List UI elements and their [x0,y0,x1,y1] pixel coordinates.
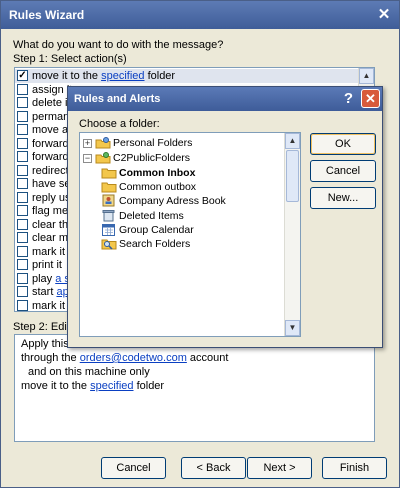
new-folder-button[interactable]: New... [310,187,376,209]
action-label: redirect [32,164,69,177]
rules-and-alerts-dialog: Rules and Alerts ? ✕ Choose a folder: + P… [67,86,383,348]
folder-tree-node[interactable]: Company Adress Book [80,194,280,208]
scroll-down-icon[interactable]: ▼ [285,320,300,336]
action-link[interactable]: specified [101,70,144,82]
next-button[interactable]: Next > [247,457,312,479]
action-label: reply us [32,191,71,204]
folder-tree-node[interactable]: + Personal Folders [80,136,280,150]
action-checkbox[interactable] [17,83,28,95]
action-checkbox[interactable]: ✓ [17,70,28,81]
expand-icon[interactable]: + [83,139,92,148]
step1-label: Step 1: Select action(s) [13,53,127,65]
folder-label: Common Inbox [119,167,196,179]
ok-button[interactable]: OK [310,133,376,155]
collapse-icon[interactable]: − [83,154,92,163]
description-line: move it to the specified folder [21,380,165,392]
action-label: move it to the specified folder [32,70,176,82]
step2-label: Step 2: Edit [13,321,70,333]
action-row[interactable]: ✓ move it to the specified folder [15,69,359,83]
action-label: forward [32,151,69,163]
folder-label: Company Adress Book [119,195,226,207]
search-folder-icon [101,237,117,251]
action-checkbox[interactable] [17,191,28,203]
rules-and-alerts-title-bar[interactable]: Rules and Alerts ? ✕ [68,87,382,111]
scroll-thumb[interactable] [286,150,299,202]
folder-tree-node[interactable]: Common Inbox [80,166,280,180]
account-link[interactable]: orders@codetwo.com [80,352,187,364]
deleted-items-icon [101,209,117,223]
address-book-icon [101,194,117,208]
choose-folder-label: Choose a folder: [79,118,160,130]
personal-folders-icon [95,136,111,150]
folder-tree[interactable]: + Personal Folders − C2PublicFolders Common … [79,132,301,337]
folder-icon [101,166,117,180]
description-line: and on this machine only [28,366,150,378]
question-label: What do you want to do with the message? [13,39,224,51]
action-label: delete it [32,97,71,109]
action-checkbox[interactable] [17,205,28,216]
dialog-title: Rules and Alerts [74,93,161,105]
action-checkbox[interactable] [17,286,28,297]
cancel-button[interactable]: Cancel [310,160,376,182]
folder-label: Group Calendar [119,224,194,236]
action-checkbox[interactable] [17,245,28,257]
finish-button[interactable]: Finish [322,457,387,479]
rules-wizard-title-bar[interactable]: Rules Wizard ✕ [1,1,399,29]
action-checkbox[interactable] [17,151,28,162]
action-checkbox[interactable] [17,299,28,311]
action-checkbox[interactable] [17,137,28,149]
calendar-icon [101,223,117,237]
folder-label: Personal Folders [113,137,193,149]
folder-label: C2PublicFolders [113,152,191,164]
folder-label: Search Folders [119,238,191,250]
action-checkbox[interactable] [17,164,28,176]
folder-tree-node[interactable]: − C2PublicFolders [80,151,280,165]
back-button[interactable]: < Back [181,457,246,479]
action-label: move a [32,124,69,136]
public-folders-icon [95,151,111,165]
folder-tree-node[interactable]: Group Calendar [80,223,280,237]
action-label: start ap [32,286,69,298]
close-icon[interactable]: ✕ [375,6,393,24]
action-checkbox[interactable] [17,124,28,135]
rule-description: Apply this through the orders@codetwo.co… [14,334,375,442]
action-checkbox[interactable] [17,178,28,189]
action-checkbox[interactable] [17,259,28,270]
folder-tree-scrollbar[interactable]: ▲ ▼ [284,133,300,336]
description-line: Apply this [21,338,69,350]
folder-tree-node[interactable]: Common outbox [80,180,280,194]
action-label: forward [32,137,69,150]
folder-icon [101,180,117,194]
action-checkbox[interactable] [17,232,28,243]
action-label: have se [32,178,71,190]
folder-tree-node[interactable]: Search Folders [80,237,280,251]
scroll-up-icon[interactable]: ▲ [285,133,300,149]
folder-label: Deleted Items [119,210,184,222]
rules-wizard-title: Rules Wizard [9,8,85,22]
cancel-button[interactable]: Cancel [101,457,166,479]
description-line: through the orders@codetwo.com account [21,352,229,364]
specified-folder-link[interactable]: specified [90,380,133,392]
scroll-up-icon[interactable]: ▲ [359,68,374,84]
close-icon[interactable]: ✕ [361,89,380,108]
folder-tree-node[interactable]: Deleted Items [80,209,280,223]
action-checkbox[interactable] [17,97,28,108]
action-checkbox[interactable] [17,218,28,230]
action-label: print it [32,259,62,271]
action-checkbox[interactable] [17,110,28,122]
action-checkbox[interactable] [17,272,28,284]
help-icon[interactable]: ? [339,89,358,108]
folder-label: Common outbox [119,181,197,193]
